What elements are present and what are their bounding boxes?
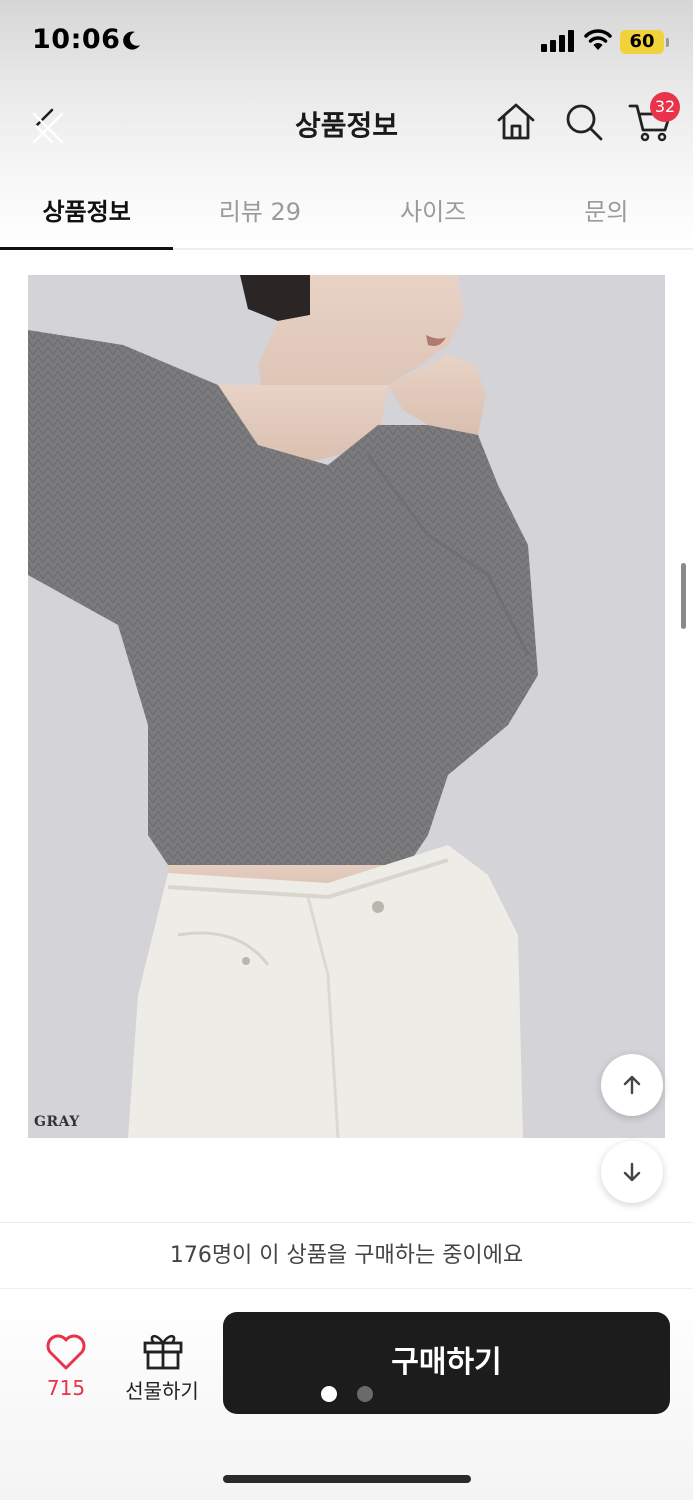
status-bar: 10:06 60 <box>0 0 693 84</box>
arrow-up-icon <box>623 1075 641 1095</box>
tab-size[interactable]: 사이즈 <box>347 176 520 248</box>
gift-icon <box>143 1335 183 1370</box>
tab-product-info[interactable]: 상품정보 <box>0 176 174 250</box>
product-image <box>28 275 665 1138</box>
battery-tip <box>666 38 669 47</box>
app-header: 상품정보 <box>0 84 693 164</box>
scrollbar[interactable] <box>681 563 686 629</box>
scroll-to-top-button[interactable] <box>601 1054 663 1116</box>
scroll-to-bottom-button[interactable] <box>601 1141 663 1203</box>
search-icon[interactable] <box>562 100 606 144</box>
arrow-down-icon <box>623 1162 641 1182</box>
cart-count-badge: 32 <box>650 92 680 122</box>
home-icon[interactable] <box>494 100 538 144</box>
product-photo <box>28 275 665 1138</box>
page-dot <box>357 1386 373 1402</box>
tab-inquiry[interactable]: 문의 <box>520 176 693 248</box>
status-time: 10:06 <box>32 24 121 55</box>
wifi-icon <box>584 29 612 50</box>
buy-button[interactable]: 구매하기 <box>223 1312 670 1414</box>
home-indicator <box>223 1475 471 1483</box>
like-count: 715 <box>46 1376 86 1400</box>
battery-icon: 60 <box>620 30 664 54</box>
product-color-label: GRAY <box>34 1114 80 1130</box>
heart-icon <box>46 1334 86 1370</box>
gift-label: 선물하기 <box>125 1379 199 1403</box>
tab-reviews[interactable]: 리뷰 29 <box>173 176 346 248</box>
product-tabs: 상품정보 리뷰 29 사이즈 문의 <box>0 176 693 250</box>
signal-icon <box>541 30 574 52</box>
purchase-activity-notice: 176명이 이 상품을 구매하는 중이에요 <box>0 1222 693 1288</box>
moon-icon <box>123 31 140 50</box>
page-dot-active <box>321 1386 337 1402</box>
